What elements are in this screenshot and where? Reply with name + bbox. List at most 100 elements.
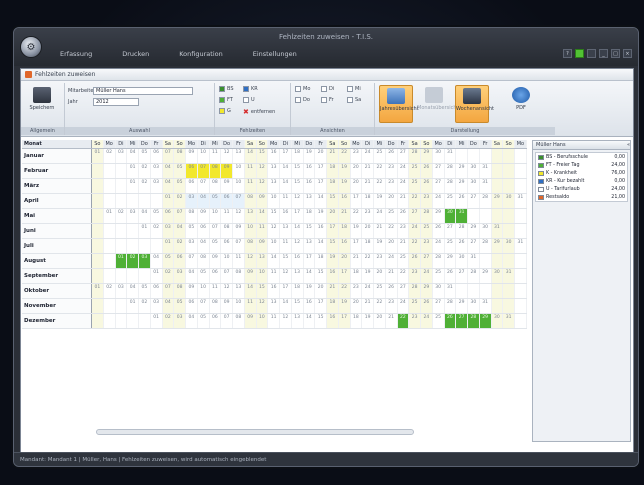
day-cell[interactable]: 22 [338,149,351,163]
day-cell[interactable] [116,269,128,283]
day-cell[interactable]: 22 [386,224,398,238]
day-cell[interactable]: 30 [468,299,480,313]
day-cell[interactable]: 30 [456,254,468,268]
day-cell[interactable]: 31 [491,224,504,238]
day-cell[interactable] [515,224,527,238]
day-cell[interactable]: 07 [233,239,245,253]
day-cell[interactable]: 10 [233,164,245,178]
day-cell[interactable]: 27 [409,209,421,223]
day-cell[interactable]: 03 [174,314,186,328]
day-cell[interactable] [92,254,104,268]
day-cell[interactable]: 10 [256,269,269,283]
view-sa-toggle[interactable]: Sa [347,97,361,103]
day-cell[interactable]: 20 [362,224,374,238]
menu-item-konfiguration[interactable]: Konfiguration [179,50,222,58]
day-cell[interactable]: 28 [456,224,468,238]
day-cell[interactable]: 25 [386,209,398,223]
day-cell[interactable]: 18 [351,314,363,328]
day-cell[interactable]: 09 [186,284,198,298]
day-cell[interactable]: 05 [198,314,210,328]
day-cell[interactable] [127,194,139,208]
day-cell[interactable]: 01 [92,149,104,163]
day-cell[interactable] [503,164,515,178]
day-cell[interactable]: 19 [362,314,374,328]
day-cell[interactable]: 07 [162,149,175,163]
day-cell[interactable]: 22 [374,164,386,178]
day-cell[interactable] [491,284,504,298]
day-cell[interactable] [491,254,504,268]
day-cell[interactable]: 07 [197,164,210,178]
day-cell[interactable] [468,209,480,223]
day-cell[interactable]: 05 [139,149,151,163]
day-cell[interactable]: 06 [162,209,175,223]
day-cell[interactable]: 07 [233,194,245,208]
day-cell[interactable]: 29 [456,299,468,313]
day-cell[interactable]: 23 [362,209,374,223]
day-cell[interactable]: 03 [127,209,139,223]
menu-item-erfassung[interactable]: Erfassung [60,50,92,58]
day-cell[interactable] [92,299,104,313]
day-cell[interactable]: 10 [210,209,222,223]
month-overview-button[interactable]: Monatsübersicht [417,85,459,123]
day-cell[interactable]: 16 [292,254,304,268]
day-cell[interactable]: 22 [398,269,410,283]
day-cell[interactable]: 04 [186,269,198,283]
day-cell[interactable]: 15 [327,194,339,208]
day-cell[interactable]: 26 [456,194,468,208]
day-cell[interactable]: 19 [338,299,351,313]
day-cell[interactable]: 23 [386,179,398,193]
day-cell[interactable] [515,254,527,268]
day-cell[interactable]: 22 [374,179,386,193]
day-cell[interactable] [480,209,492,223]
day-cell[interactable]: 14 [280,164,292,178]
day-cell[interactable] [515,299,527,313]
day-cell[interactable]: 21 [362,164,374,178]
day-cell[interactable]: 30 [433,284,445,298]
menu-item-drucken[interactable]: Drucken [122,50,149,58]
day-cell[interactable]: 08 [210,299,222,313]
day-cell[interactable]: 23 [386,299,398,313]
day-cell[interactable]: 15 [292,299,304,313]
day-cell[interactable]: 20 [338,254,351,268]
day-cell[interactable]: 08 [233,269,245,283]
day-cell[interactable]: 19 [362,269,374,283]
day-cell[interactable]: 16 [338,194,351,208]
day-cell[interactable]: 17 [280,284,292,298]
day-cell[interactable]: 11 [244,164,257,178]
absence-bs-button[interactable]: BS [219,86,234,92]
absence-ft-button[interactable]: FT [219,97,233,103]
day-cell[interactable]: 27 [456,314,468,328]
day-cell[interactable]: 02 [139,164,151,178]
day-cell[interactable] [468,284,480,298]
day-cell[interactable]: 08 [244,194,257,208]
day-cell[interactable] [92,164,104,178]
day-cell[interactable] [116,224,128,238]
day-cell[interactable]: 21 [386,269,398,283]
day-cell[interactable]: 17 [315,179,327,193]
day-cell[interactable]: 20 [374,314,386,328]
day-cell[interactable] [104,254,116,268]
day-cell[interactable]: 26 [445,269,457,283]
day-cell[interactable]: 05 [210,239,222,253]
day-cell[interactable]: 10 [268,239,280,253]
day-cell[interactable]: 25 [409,179,421,193]
day-cell[interactable]: 14 [244,149,257,163]
day-cell[interactable] [503,224,515,238]
day-cell[interactable]: 13 [256,254,269,268]
day-cell[interactable]: 30 [491,314,504,328]
status-icon[interactable] [575,49,584,58]
day-cell[interactable]: 30 [433,149,445,163]
day-cell[interactable]: 19 [304,149,316,163]
day-cell[interactable]: 11 [210,284,222,298]
day-cell[interactable]: 08 [198,254,210,268]
day-cell[interactable]: 30 [491,269,504,283]
day-cell[interactable]: 16 [304,164,316,178]
day-cell[interactable]: 07 [198,299,210,313]
day-cell[interactable] [127,269,139,283]
day-cell[interactable]: 29 [480,269,492,283]
day-cell[interactable] [104,239,116,253]
day-cell[interactable]: 09 [221,299,233,313]
day-cell[interactable] [127,314,139,328]
day-cell[interactable]: 06 [210,314,222,328]
day-cell[interactable]: 25 [445,194,457,208]
